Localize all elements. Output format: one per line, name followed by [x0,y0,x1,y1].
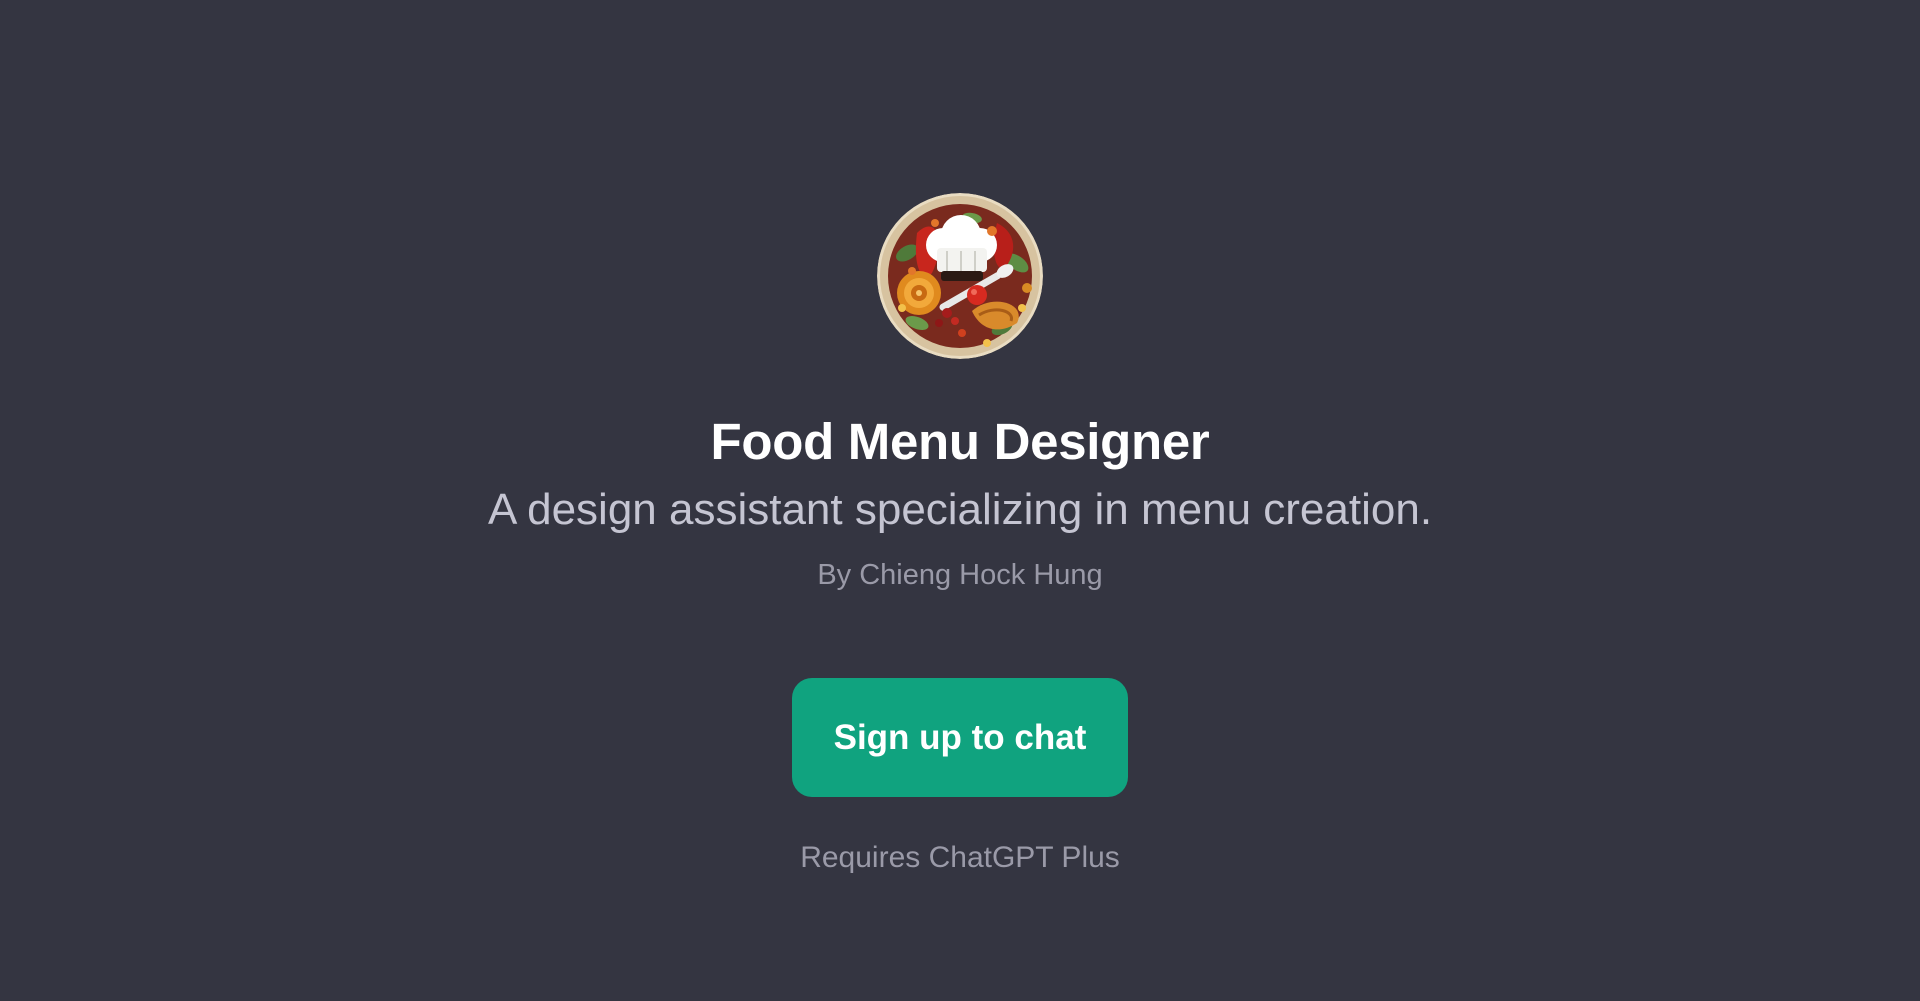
requirement-note: Requires ChatGPT Plus [800,841,1120,874]
gpt-author: By Chieng Hock Hung [817,559,1103,591]
chef-hat-food-illustration-icon [877,193,1043,359]
gpt-landing-page: Food Menu Designer A design assistant sp… [0,0,1920,1001]
sign-up-to-chat-button[interactable]: Sign up to chat [792,678,1128,797]
gpt-title: Food Menu Designer [710,413,1210,470]
gpt-description: A design assistant specializing in menu … [487,485,1433,534]
gpt-avatar [877,193,1043,359]
